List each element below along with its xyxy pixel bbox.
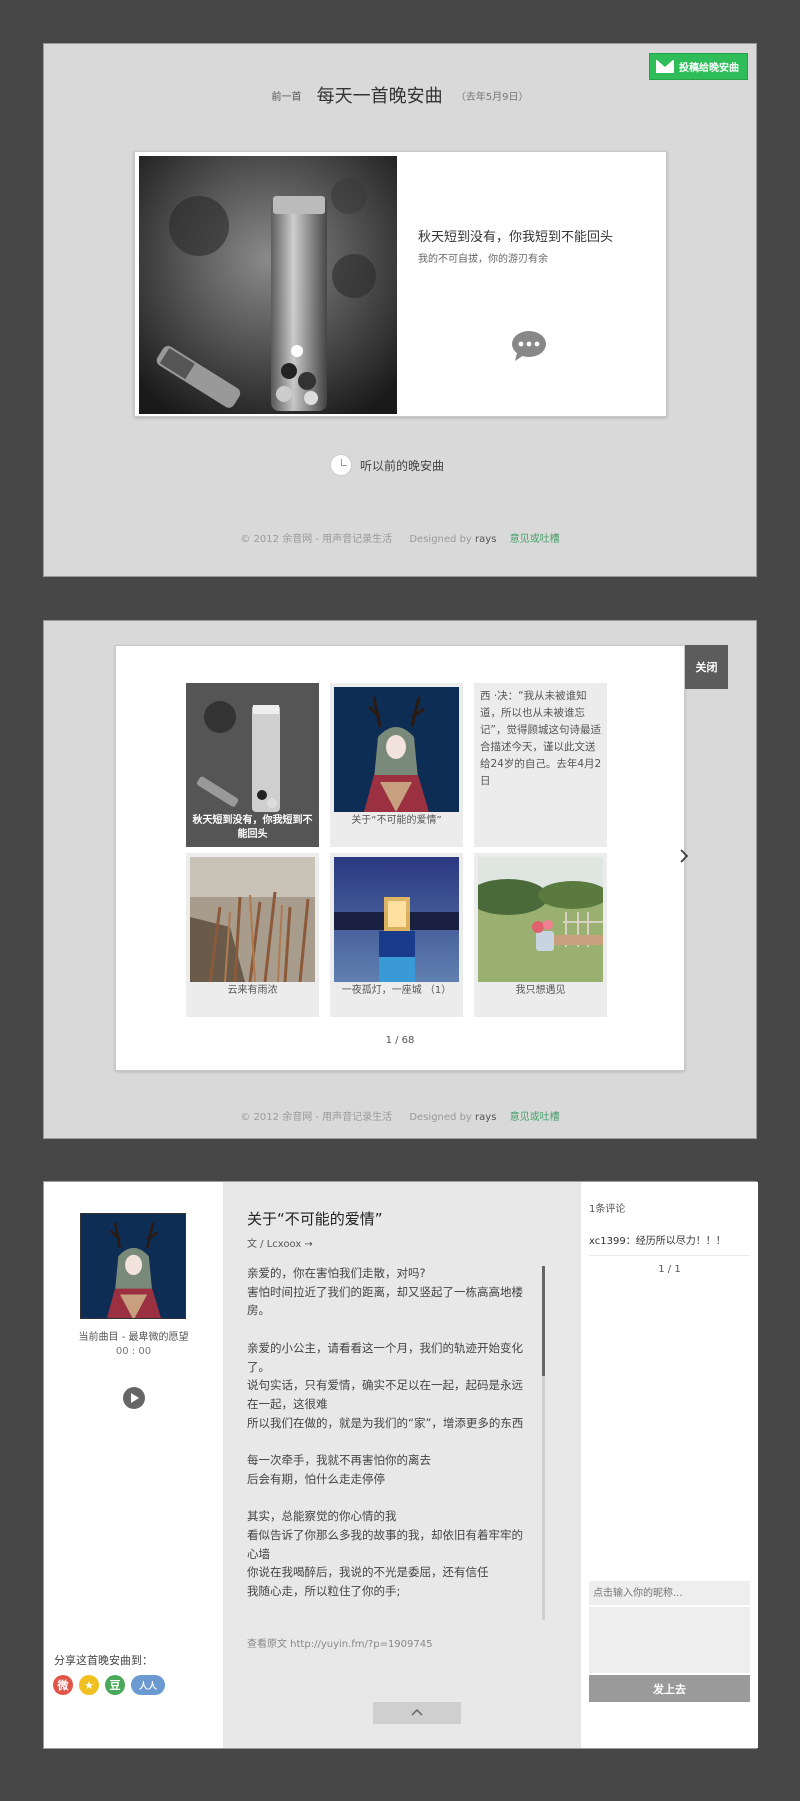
feedback-link[interactable]: 意见或吐槽 — [510, 534, 560, 545]
player-panel: 当前曲目 - 最卑微的愿望 00 : 00 分享这首晚安曲到： 微 ★ 豆 人人… — [43, 1181, 758, 1749]
older-label: 听以前的晚安曲 — [360, 458, 445, 473]
source-link[interactable]: 查看原文 http://yuyin.fm/?p=1909745 — [247, 1635, 432, 1650]
player-column: 当前曲目 - 最卑微的愿望 00 : 00 分享这首晚安曲到： 微 ★ 豆 人人 — [44, 1182, 223, 1748]
comment-count: 1条评论 — [589, 1204, 626, 1215]
chevron-up-icon — [411, 1708, 423, 1716]
renren-icon[interactable]: 人人 — [131, 1675, 165, 1695]
share-icons: 微 ★ 豆 人人 — [53, 1675, 165, 1695]
tile-caption: 云来有雨浓 — [227, 985, 278, 996]
tile-thumbnail — [334, 857, 459, 982]
tile-caption: 关于“不可能的爱情” — [351, 815, 442, 826]
archive-tile[interactable]: 一夜孤灯，一座城 （1） — [330, 853, 463, 1017]
archive-tile[interactable]: 云来有雨浓 — [186, 853, 319, 1017]
clock-icon — [330, 454, 352, 476]
footer: © 2012 余音网 - 用声音记录生活 Designed by rays 意见… — [44, 530, 756, 545]
archive-text-tile[interactable]: 西 ·决：“我从未被谁知道，所以也从未被谁忘记”，觉得顾城这句诗最适合描述今天，… — [474, 683, 607, 847]
tile-thumbnail — [334, 687, 459, 812]
track-time: 00 : 00 — [115, 1346, 152, 1357]
older-songs-link[interactable]: 听以前的晚安曲 — [330, 454, 444, 476]
play-button[interactable] — [123, 1387, 145, 1409]
archive-tile[interactable]: 我只想遇见 — [474, 853, 607, 1017]
submit-label: 投稿给晚安曲 — [679, 63, 739, 74]
gallery-pager: 1 / 68 — [385, 1035, 415, 1046]
footer: © 2012 余音网 - 用声音记录生活 Designed by rays 意见… — [44, 1108, 756, 1123]
tile-thumbnail — [190, 857, 315, 982]
headline: 前一首 每天一首晚安曲 （去年5月9日） — [44, 82, 756, 108]
nickname-input[interactable] — [589, 1581, 750, 1605]
chevron-right-icon[interactable] — [675, 847, 693, 865]
share-label: 分享这首晚安曲到： — [54, 1654, 153, 1667]
current-track: 当前曲目 - 最卑微的愿望 — [78, 1332, 189, 1343]
comment-pager: 1 / 1 — [658, 1264, 681, 1275]
tile-thumbnail — [478, 857, 603, 982]
song-subtitle: 我的不可自拔，你的游刃有余 — [418, 254, 548, 265]
song-cover-image — [139, 156, 397, 414]
comments-column: 1条评论 xc1399：经历所以尽力！！！ 1 / 1 发上去 — [581, 1182, 758, 1748]
comment-textarea[interactable] — [589, 1607, 750, 1673]
copyright: © 2012 余音网 - 用声音记录生活 — [240, 1112, 393, 1123]
date-label: （去年5月9日） — [455, 91, 529, 103]
tile-caption: 我只想遇见 — [515, 985, 566, 996]
track-cover-image — [80, 1213, 186, 1319]
feedback-link[interactable]: 意见或吐槽 — [510, 1112, 560, 1123]
qzone-icon[interactable]: ★ — [79, 1675, 99, 1695]
comment-bubble-icon[interactable] — [511, 331, 547, 361]
designer-link[interactable]: rays — [475, 1112, 496, 1123]
douban-icon[interactable]: 豆 — [105, 1675, 125, 1695]
article-paragraph: 亲爱的小公主，请看看这一个月，我们的轨迹开始变化了。 说句实话，只有爱情，确实不… — [247, 1340, 524, 1430]
article-title: 关于“不可能的爱情” — [247, 1210, 383, 1228]
tile-thumbnail — [190, 687, 315, 812]
archive-tile[interactable]: 秋天短到没有，你我短到不能回头 — [186, 683, 319, 847]
article-paragraph: 每一次牵手，我就不再害怕你的离去 后会有期，怕什么走走停停 — [247, 1453, 431, 1486]
designed-by: Designed by — [409, 1112, 472, 1123]
tile-text: 西 ·决：“我从未被谁知道，所以也从未被谁忘记”，觉得顾城这句诗最适合描述今天，… — [480, 690, 602, 787]
weibo-icon[interactable]: 微 — [53, 1675, 73, 1695]
home-panel: 投稿给晚安曲 前一首 每天一首晚安曲 （去年5月9日） 秋天短到没有，你我短到不… — [43, 43, 757, 577]
copyright: © 2012 余音网 - 用声音记录生活 — [240, 534, 393, 545]
submit-song-button[interactable]: 投稿给晚安曲 — [649, 53, 748, 80]
collapse-button[interactable] — [373, 1702, 461, 1724]
article-scrollbar[interactable] — [542, 1266, 545, 1620]
article-paragraph: 其实，总能察觉的你心情的我 看似告诉了你那么多我的故事的我，却依旧有着牢牢的心墙… — [247, 1509, 523, 1598]
designer-link[interactable]: rays — [475, 534, 496, 545]
tile-caption: 秋天短到没有，你我短到不能回头 — [192, 815, 313, 840]
page-title: 每天一首晚安曲 — [316, 86, 443, 107]
close-button[interactable]: 关闭 — [685, 645, 728, 689]
comment-item: xc1399：经历所以尽力！！！ — [589, 1236, 726, 1247]
archive-panel: 秋天短到没有，你我短到不能回头 关于“不可能的爱情” 西 ·决：“我从未被谁知道… — [43, 620, 757, 1139]
article-column: 关于“不可能的爱情” 文 / Lcxoox → 亲爱的，你在害怕我们走散，对吗?… — [223, 1182, 581, 1748]
send-button[interactable]: 发上去 — [589, 1675, 750, 1702]
archive-gallery: 秋天短到没有，你我短到不能回头 关于“不可能的爱情” 西 ·决：“我从未被谁知道… — [115, 645, 685, 1071]
song-title[interactable]: 秋天短到没有，你我短到不能回头 — [418, 226, 613, 245]
song-card[interactable]: 秋天短到没有，你我短到不能回头 我的不可自拔，你的游刃有余 — [134, 151, 667, 417]
article-body: 亲爱的，你在害怕我们走散，对吗? 害怕时间拉近了我们的距离，却又竖起了一栋高高地… — [247, 1264, 527, 1618]
prev-link[interactable]: 前一首 — [272, 92, 302, 103]
designed-by: Designed by — [409, 534, 472, 545]
article-paragraph: 亲爱的，你在害怕我们走散，对吗? 害怕时间拉近了我们的距离，却又竖起了一栋高高地… — [247, 1266, 523, 1318]
mail-icon — [656, 60, 674, 73]
archive-tile[interactable]: 关于“不可能的爱情” — [330, 683, 463, 847]
article-author-link[interactable]: 文 / Lcxoox → — [247, 1235, 313, 1250]
tile-caption: 一夜孤灯，一座城 （1） — [341, 985, 452, 996]
